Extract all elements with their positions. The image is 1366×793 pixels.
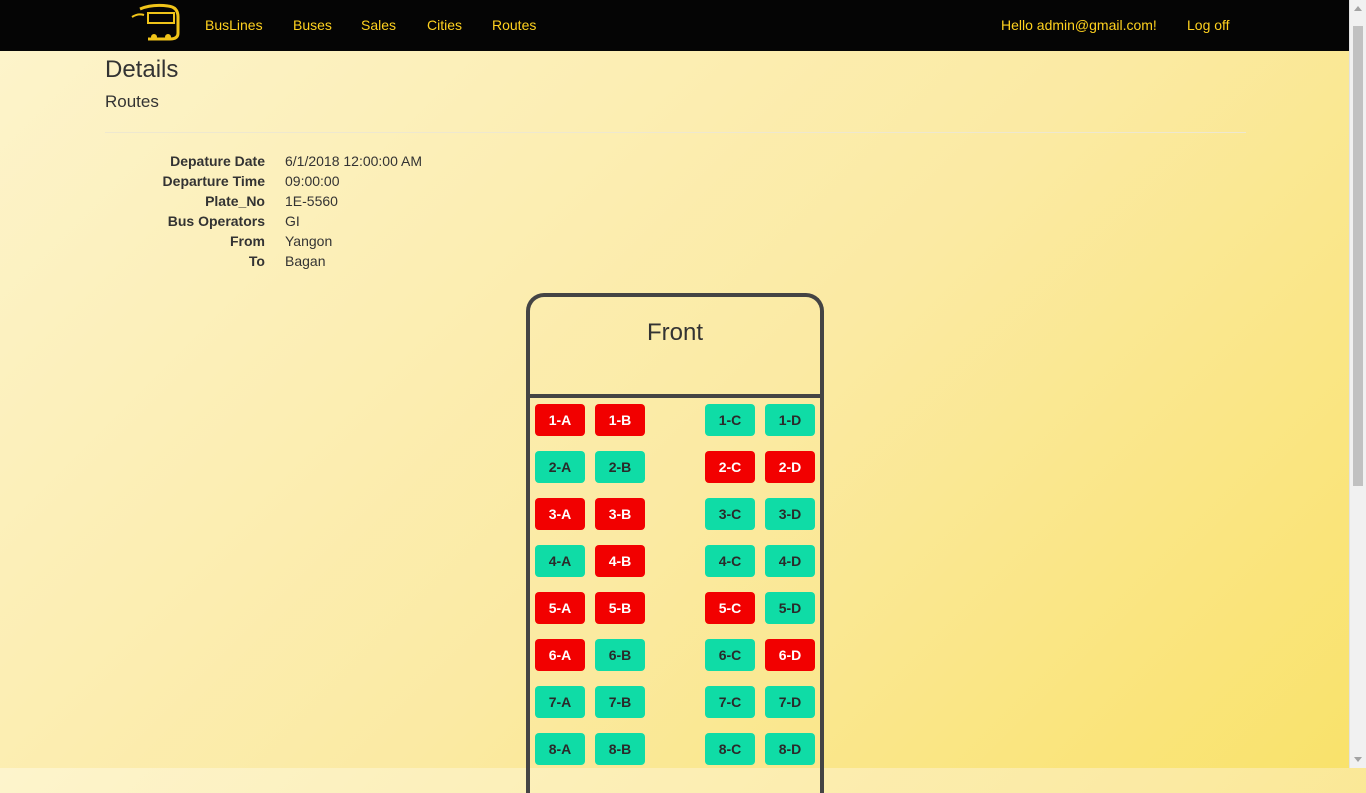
seat-6-d-button[interactable]: 6-D <box>765 639 815 671</box>
seat-2-d-button[interactable]: 2-D <box>765 451 815 483</box>
seat-4-b-button[interactable]: 4-B <box>595 545 645 577</box>
detail-value: GI <box>285 213 300 229</box>
seat-4-c-button[interactable]: 4-C <box>705 545 755 577</box>
scroll-up-arrow-icon[interactable] <box>1354 6 1362 11</box>
bus-front-label: Front <box>646 319 703 346</box>
seat-6-c-button[interactable]: 6-C <box>705 639 755 671</box>
page-title: Details <box>105 56 179 83</box>
seat-8-a-button[interactable]: 8-A <box>535 733 585 765</box>
seat-4-a-button[interactable]: 4-A <box>535 545 585 577</box>
detail-label: Departure Time <box>162 173 265 189</box>
detail-row-to: To Bagan <box>0 253 600 273</box>
nav-routes-link[interactable]: Routes <box>492 17 536 33</box>
section-divider <box>105 132 1246 133</box>
seat-2-a-button[interactable]: 2-A <box>535 451 585 483</box>
detail-value: 6/1/2018 12:00:00 AM <box>285 153 422 169</box>
bus-front-divider <box>530 394 820 398</box>
seat-6-a-button[interactable]: 6-A <box>535 639 585 671</box>
user-greeting-link[interactable]: Hello admin@gmail.com! <box>1001 17 1157 33</box>
log-off-link[interactable]: Log off <box>1187 17 1230 33</box>
page-scrollbar[interactable] <box>1349 0 1366 768</box>
seat-1-a-button[interactable]: 1-A <box>535 404 585 436</box>
bus-logo-icon <box>131 3 180 41</box>
detail-label: Depature Date <box>170 153 265 169</box>
seat-1-b-button[interactable]: 1-B <box>595 404 645 436</box>
seat-5-b-button[interactable]: 5-B <box>595 592 645 624</box>
seat-1-d-button[interactable]: 1-D <box>765 404 815 436</box>
seat-2-c-button[interactable]: 2-C <box>705 451 755 483</box>
detail-label: Bus Operators <box>167 213 265 229</box>
detail-label: From <box>230 233 265 249</box>
seat-2-b-button[interactable]: 2-B <box>595 451 645 483</box>
scroll-down-arrow-icon[interactable] <box>1354 757 1362 762</box>
nav-cities-link[interactable]: Cities <box>427 17 462 33</box>
seat-7-a-button[interactable]: 7-A <box>535 686 585 718</box>
nav-buses-link[interactable]: Buses <box>293 17 332 33</box>
detail-row-plate-no: Plate_No 1E-5560 <box>0 193 600 213</box>
seat-3-d-button[interactable]: 3-D <box>765 498 815 530</box>
brand-logo[interactable] <box>118 3 182 43</box>
nav-buslines-link[interactable]: BusLines <box>205 17 263 33</box>
detail-value: 1E-5560 <box>285 193 338 209</box>
seat-8-d-button[interactable]: 8-D <box>765 733 815 765</box>
scrollbar-thumb[interactable] <box>1353 26 1363 486</box>
detail-row-departure-date: Depature Date 6/1/2018 12:00:00 AM <box>0 153 600 173</box>
detail-row-departure-time: Departure Time 09:00:00 <box>0 173 600 193</box>
detail-row-bus-operators: Bus Operators GI <box>0 213 600 233</box>
seat-5-d-button[interactable]: 5-D <box>765 592 815 624</box>
seat-8-c-button[interactable]: 8-C <box>705 733 755 765</box>
bus-seat-map: Front 1-A 1-B 1-C 1-D 2-A 2-B 2-C 2-D 3-A 3-B 3-C 3… <box>526 293 824 793</box>
seat-3-a-button[interactable]: 3-A <box>535 498 585 530</box>
nav-sales-link[interactable]: Sales <box>361 17 396 33</box>
seat-1-c-button[interactable]: 1-C <box>705 404 755 436</box>
detail-value: 09:00:00 <box>285 173 340 189</box>
detail-label: To <box>248 253 265 269</box>
seat-5-a-button[interactable]: 5-A <box>535 592 585 624</box>
seat-8-b-button[interactable]: 8-B <box>595 733 645 765</box>
seat-5-c-button[interactable]: 5-C <box>705 592 755 624</box>
seat-3-c-button[interactable]: 3-C <box>705 498 755 530</box>
detail-value: Yangon <box>285 233 333 249</box>
seat-7-b-button[interactable]: 7-B <box>595 686 645 718</box>
top-navbar: BusLines Buses Sales Cities Routes Hello… <box>0 0 1349 51</box>
seat-7-d-button[interactable]: 7-D <box>765 686 815 718</box>
seat-7-c-button[interactable]: 7-C <box>705 686 755 718</box>
seat-6-b-button[interactable]: 6-B <box>595 639 645 671</box>
detail-value: Bagan <box>285 253 326 269</box>
seat-3-b-button[interactable]: 3-B <box>595 498 645 530</box>
detail-label: Plate_No <box>205 193 265 209</box>
page-subtitle: Routes <box>105 92 159 111</box>
seat-4-d-button[interactable]: 4-D <box>765 545 815 577</box>
detail-row-from: From Yangon <box>0 233 600 253</box>
